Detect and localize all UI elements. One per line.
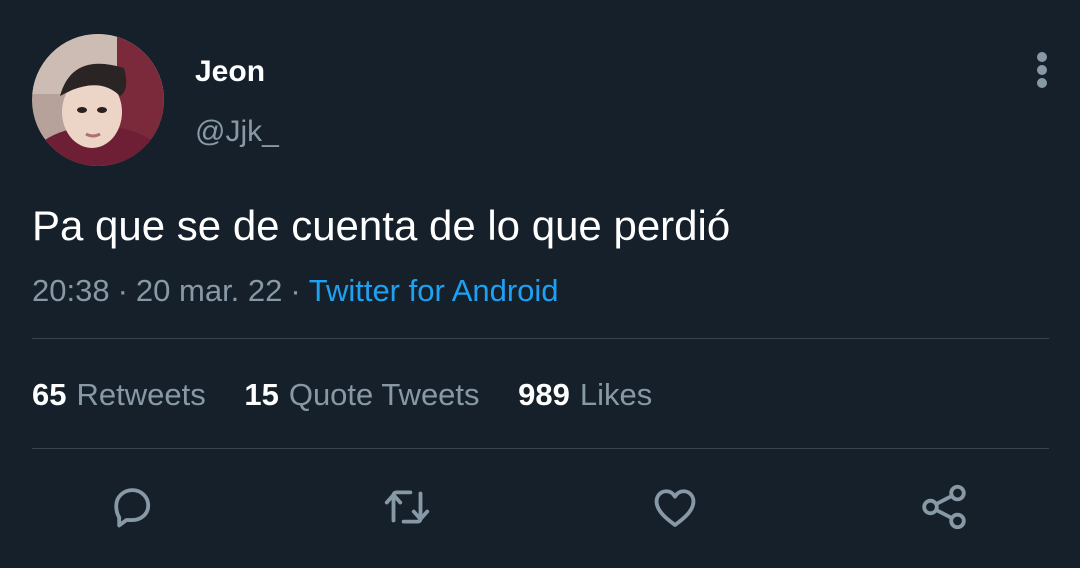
like-button[interactable] [648,480,702,534]
likes-count: 989 [518,377,570,412]
meta-separator: · [117,273,128,308]
like-icon [654,489,696,527]
likes-label: Likes [579,377,653,412]
engagement-stats: 65 Retweets 15 Quote Tweets 989 Likes [32,376,682,414]
retweet-button[interactable] [380,480,434,534]
tweet-date[interactable]: 20 mar. 22 [136,273,282,308]
share-button[interactable] [917,480,971,534]
avatar[interactable] [32,34,164,166]
avatar-photo [32,34,164,166]
retweet-icon [384,490,430,524]
display-name[interactable]: Jeon [195,54,265,90]
quote-tweets-count: 15 [244,377,279,412]
retweets-label: Retweets [76,377,206,412]
more-options-icon[interactable] [1028,50,1056,90]
tweet-metadata: 20:38 · 20 mar. 22 · Twitter for Android [32,272,559,310]
tweet-detail: Jeon @Jjk_ Pa que se de cuenta de lo que… [0,0,1080,568]
meta-separator: · [290,273,301,308]
reply-button[interactable] [105,480,159,534]
quote-tweets-stat[interactable]: 15 Quote Tweets [244,377,479,412]
divider [32,448,1049,449]
tweet-text: Pa que se de cuenta de lo que perdió [32,202,731,249]
retweets-stat[interactable]: 65 Retweets [32,377,206,412]
divider [32,338,1049,339]
quote-tweets-label: Quote Tweets [288,377,480,412]
tweet-time: 20:38 [32,273,110,308]
reply-icon [114,488,151,528]
user-handle[interactable]: @Jjk_ [195,114,279,150]
share-icon [922,484,966,530]
retweets-count: 65 [32,377,67,412]
likes-stat[interactable]: 989 Likes [518,377,652,412]
tweet-source-link[interactable]: Twitter for Android [309,273,559,308]
